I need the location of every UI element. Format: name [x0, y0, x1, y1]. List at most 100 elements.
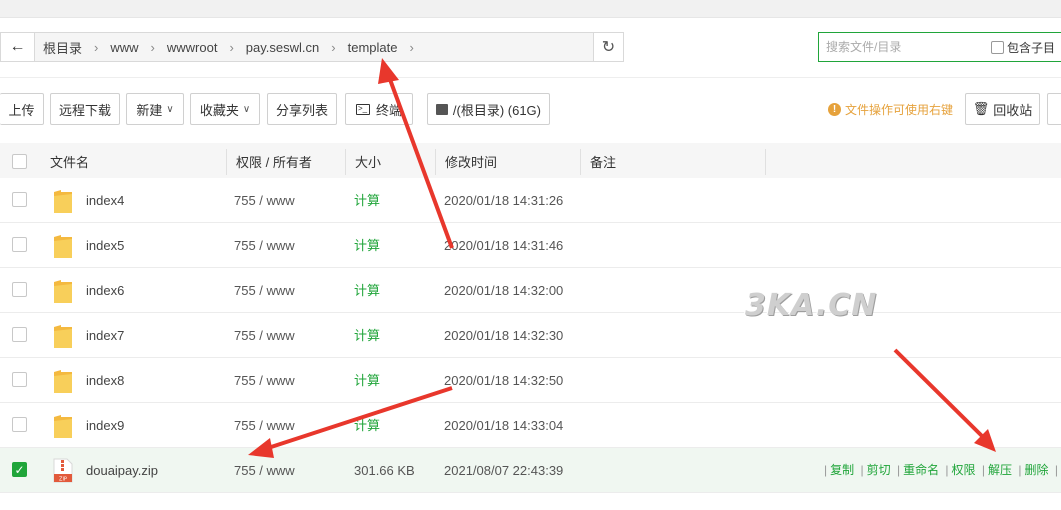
column-separator	[580, 149, 581, 175]
file-name[interactable]: index6	[86, 268, 124, 313]
disk-label: /(根目录) (61G)	[452, 102, 541, 118]
table-row[interactable]: index4 755 / www 计算 2020/01/18 14:31:26	[0, 178, 1061, 223]
table-row[interactable]: index7 755 / www 计算 2020/01/18 14:32:30	[0, 313, 1061, 358]
folder-icon	[54, 325, 72, 348]
trash-icon: 🗑	[972, 101, 990, 116]
table-row[interactable]: index9 755 / www 计算 2020/01/18 14:33:04	[0, 403, 1061, 448]
column-separator	[226, 149, 227, 175]
file-permission[interactable]: 755 / www	[234, 358, 295, 403]
file-name[interactable]: index8	[86, 358, 124, 403]
row-checkbox-checked[interactable]: ✓	[12, 462, 27, 477]
file-size[interactable]: 计算	[354, 178, 380, 223]
copy-action[interactable]: 复制	[830, 463, 854, 477]
upload-button[interactable]: 上传	[0, 93, 44, 125]
row-checkbox[interactable]	[12, 372, 27, 387]
terminal-icon: >_	[355, 103, 370, 115]
file-mtime: 2020/01/18 14:33:04	[444, 418, 564, 433]
chevron-right-icon: ›	[94, 39, 99, 55]
breadcrumb-www[interactable]: www	[110, 40, 138, 55]
breadcrumb-root[interactable]: 根目录	[43, 38, 82, 57]
file-permission[interactable]: 755 / www	[234, 268, 295, 313]
row-checkbox[interactable]	[12, 417, 27, 432]
header-size[interactable]: 大小	[355, 143, 381, 181]
delete-action[interactable]: 删除	[1025, 463, 1049, 477]
header-mtime[interactable]: 修改时间	[445, 143, 497, 181]
favorites-label: 收藏夹	[199, 102, 239, 118]
folder-icon	[54, 190, 72, 213]
chevron-right-icon: ›	[409, 39, 414, 55]
breadcrumb-template[interactable]: template	[348, 40, 398, 55]
recycle-label: 回收站	[993, 102, 1033, 118]
file-name[interactable]: index4	[86, 178, 124, 223]
chevron-right-icon: ›	[150, 39, 155, 55]
folder-icon	[54, 280, 72, 303]
file-permission[interactable]: 755 / www	[234, 403, 295, 448]
info-icon: !	[828, 103, 841, 116]
permission-action[interactable]: 权限	[952, 463, 976, 477]
cut-action[interactable]: 剪切	[867, 463, 891, 477]
row-checkbox[interactable]	[12, 237, 27, 252]
header-filename[interactable]: 文件名	[50, 143, 89, 181]
chevron-right-icon: ›	[331, 39, 336, 55]
file-permission[interactable]: 755 / www	[234, 178, 295, 223]
include-subdir-checkbox[interactable]: 包含子目	[991, 39, 1055, 56]
top-strip	[0, 0, 1061, 18]
chevron-right-icon: ›	[229, 39, 234, 55]
remote-download-label: 远程下载	[59, 102, 112, 118]
divider	[0, 77, 1061, 78]
address-bar: ← 根目录 › www › wwwroot › pay.seswl.cn › t…	[0, 32, 624, 62]
include-subdir-label: 包含子目	[1007, 40, 1056, 55]
chevron-down-icon: ∨	[242, 103, 251, 115]
table-row[interactable]: index5 755 / www 计算 2020/01/18 14:31:46	[0, 223, 1061, 268]
favorites-dropdown-button[interactable]: 收藏夹 ∨	[190, 93, 260, 125]
table-row-selected[interactable]: ✓ ZIP douaipay.zip 755 / www 301.66 KB 2…	[0, 448, 1061, 493]
select-all-checkbox[interactable]	[12, 154, 27, 169]
file-permission[interactable]: 755 / www	[234, 448, 295, 493]
file-name[interactable]: index7	[86, 313, 124, 358]
extract-action[interactable]: 解压	[988, 463, 1012, 477]
file-mtime: 2020/01/18 14:32:30	[444, 328, 564, 343]
folder-icon	[54, 415, 72, 438]
new-label: 新建	[136, 102, 163, 118]
column-separator	[765, 149, 766, 175]
header-permission[interactable]: 权限 / 所有者	[236, 143, 312, 181]
terminal-button[interactable]: >_ 终端	[345, 93, 413, 125]
file-name[interactable]: index5	[86, 223, 124, 268]
file-size[interactable]: 计算	[354, 268, 380, 313]
file-mtime: 2020/01/18 14:32:00	[444, 283, 564, 298]
remote-download-button[interactable]: 远程下载	[50, 93, 120, 125]
breadcrumb-wwwroot[interactable]: wwwroot	[167, 40, 218, 55]
row-checkbox[interactable]	[12, 327, 27, 342]
disk-button[interactable]: /(根目录) (61G)	[427, 93, 550, 125]
file-permission[interactable]: 755 / www	[234, 223, 295, 268]
search-input[interactable]	[819, 34, 991, 60]
rename-action[interactable]: 重命名	[903, 463, 939, 477]
arrow-left-icon: ←	[9, 38, 26, 55]
file-size[interactable]: 计算	[354, 223, 380, 268]
file-size[interactable]: 计算	[354, 403, 380, 448]
row-actions: | 复制 | 剪切 | 重命名 | 权限 | 解压 | 删除 |	[823, 463, 1058, 477]
breadcrumb-site[interactable]: pay.seswl.cn	[246, 40, 319, 55]
table-row[interactable]: index6 755 / www 计算 2020/01/18 14:32:00	[0, 268, 1061, 313]
share-list-button[interactable]: 分享列表	[267, 93, 337, 125]
file-size[interactable]: 计算	[354, 358, 380, 403]
recycle-bin-button[interactable]: 🗑 回收站	[965, 93, 1040, 125]
file-name[interactable]: index9	[86, 403, 124, 448]
table-header: 文件名 权限 / 所有者 大小 修改时间 备注	[0, 143, 1061, 181]
context-menu-tip: ! 文件操作可使用右键	[828, 101, 953, 118]
back-button[interactable]: ←	[1, 33, 35, 61]
file-size[interactable]: 计算	[354, 313, 380, 358]
zip-file-icon: ZIP	[53, 458, 73, 483]
more-button[interactable]	[1047, 93, 1061, 125]
chevron-down-icon: ∨	[166, 103, 174, 115]
file-mtime: 2021/08/07 22:43:39	[444, 463, 564, 478]
new-dropdown-button[interactable]: 新建 ∨	[126, 93, 184, 125]
file-permission[interactable]: 755 / www	[234, 313, 295, 358]
row-checkbox[interactable]	[12, 282, 27, 297]
header-note: 备注	[590, 155, 617, 170]
refresh-button[interactable]: ↻	[593, 33, 623, 61]
search-box: 包含子目	[818, 32, 1061, 62]
file-name[interactable]: douaipay.zip	[86, 448, 158, 493]
table-row[interactable]: index8 755 / www 计算 2020/01/18 14:32:50	[0, 358, 1061, 403]
row-checkbox[interactable]	[12, 192, 27, 207]
